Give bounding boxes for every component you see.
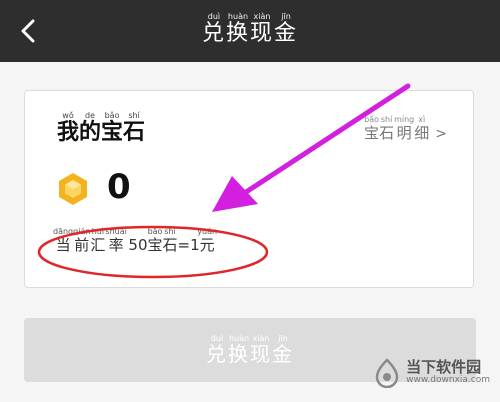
gem-icon xyxy=(59,173,87,205)
title-char: 现xiàn xyxy=(250,12,275,46)
detail-char: 宝bǎo xyxy=(364,115,380,142)
watermark-url: www.downxia.com xyxy=(406,375,490,386)
navbar: 兑duì换huàn现xiàn金jīn xyxy=(0,0,500,62)
button-char: 现xiàn xyxy=(250,333,272,366)
detail-char: 明míng xyxy=(394,115,415,142)
button-char: 金jīn xyxy=(272,333,294,366)
detail-char: 细xì xyxy=(414,115,430,142)
rate-segment: 前qián xyxy=(73,227,91,254)
watermark-title: 当下软件园 xyxy=(406,358,482,377)
rate-number: 50 xyxy=(123,236,148,254)
gem-card: 我wǒ的de宝bǎo石shí 宝bǎo石shí明míng细xì> 0 当dāng… xyxy=(24,90,474,288)
title-char: 换huàn xyxy=(225,12,250,46)
rate-segment: 元yuán xyxy=(197,227,218,254)
card-title-char: 宝bǎo xyxy=(101,111,124,145)
card-title: 我wǒ的de宝bǎo石shí xyxy=(57,111,145,146)
rate-segment: 率shuài xyxy=(105,227,127,254)
rate-segment: 石shí xyxy=(162,227,178,254)
card-title-char: 我wǒ xyxy=(57,111,80,145)
rate-segment: 当dāng xyxy=(53,227,74,254)
gem-detail-link[interactable]: 宝bǎo石shí明míng细xì > xyxy=(364,115,447,143)
button-char: 换huàn xyxy=(228,333,250,366)
title-char: 金jīn xyxy=(274,12,299,46)
watermark: 当下软件园 www.downxia.com xyxy=(372,358,490,388)
rate-segment: 汇huì xyxy=(90,227,106,254)
watermark-text: 当下软件园 www.downxia.com xyxy=(406,360,490,385)
gem-count: 0 xyxy=(107,167,131,207)
exchange-rate-text: 当dāng前qián汇huì率shuài 50宝bǎo石shí=1元yuán xyxy=(53,227,217,255)
button-char: 兑duì xyxy=(206,333,228,366)
page-title: 兑duì换huàn现xiàn金jīn xyxy=(0,12,500,47)
title-char: 兑duì xyxy=(201,12,226,46)
detail-char: 石shí xyxy=(379,115,395,142)
card-title-char: 石shí xyxy=(123,111,146,145)
card-title-char: 的de xyxy=(79,111,102,145)
chevron-right-icon: > xyxy=(435,126,447,142)
rate-segment: 宝bǎo xyxy=(147,227,163,254)
downxia-logo-icon xyxy=(375,358,399,388)
